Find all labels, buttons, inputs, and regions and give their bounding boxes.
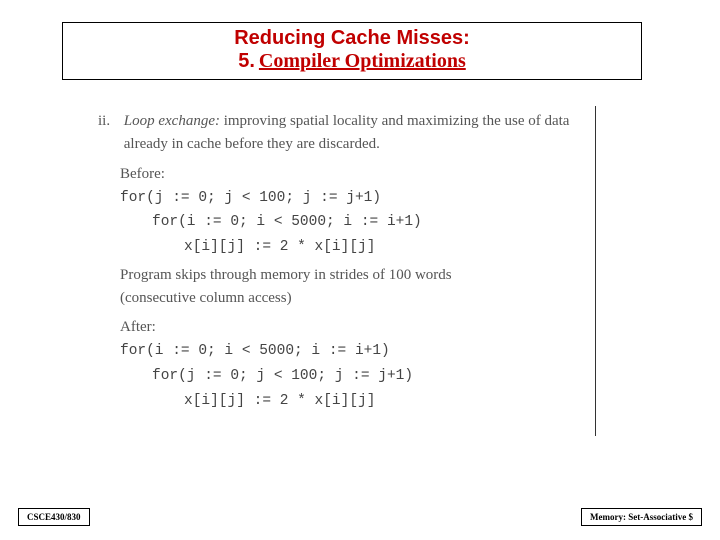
title-number: 5. [238,50,255,72]
loop-exchange-label: Loop exchange: [124,113,220,129]
footer-topic: Memory: Set-Associative $ [581,508,702,526]
slide-title-box: Reducing Cache Misses: 5. Compiler Optim… [62,22,642,80]
after-label: After: [120,316,618,339]
code-before-line2: for(i := 0; i < 5000; i := i+1) [152,210,618,235]
title-line1: Reducing Cache Misses: [234,27,470,49]
footer-course: CSCE430/830 [18,508,90,526]
code-after-line2: for(j := 0; j < 100; j := j+1) [152,364,618,389]
code-after-line3: x[i][j] := 2 * x[i][j] [184,389,618,414]
code-before-line3: x[i][j] := 2 * x[i][j] [184,235,618,260]
slide-body: ii. Loop exchange: improving spatial loc… [98,110,618,413]
code-before-line1: for(j := 0; j < 100; j := j+1) [120,186,618,211]
list-marker: ii. [98,110,120,133]
explanation-line1: Program skips through memory in strides … [120,264,618,287]
loop-exchange-paragraph: Loop exchange: improving spatial localit… [124,110,592,157]
explanation-line2: (consecutive column access) [120,287,618,310]
before-label: Before: [120,163,618,186]
code-after-line1: for(i := 0; i < 5000; i := i+1) [120,339,618,364]
title-underlined: Compiler Optimizations [259,50,466,72]
